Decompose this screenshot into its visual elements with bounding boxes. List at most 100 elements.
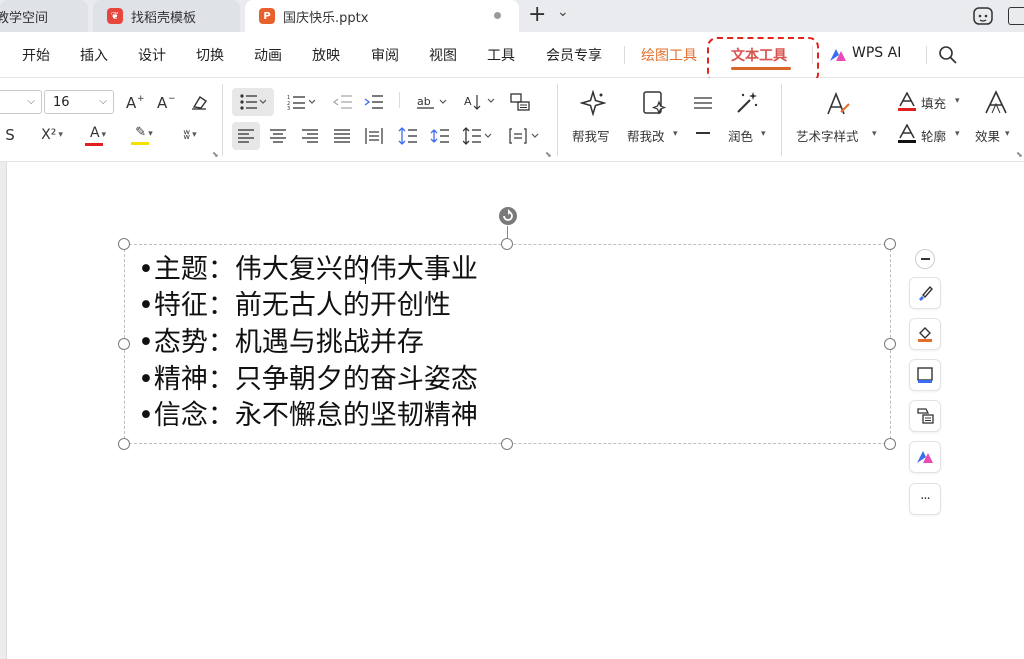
more-options-button[interactable]: ··· (909, 483, 941, 515)
menu-home[interactable]: 开始 (22, 45, 50, 65)
shape-fill-button[interactable] (909, 318, 941, 350)
resize-handle-s[interactable] (501, 438, 513, 450)
bullets-icon[interactable] (232, 88, 274, 116)
strikethrough-icon[interactable]: S (0, 124, 20, 146)
menu-review[interactable]: 审阅 (371, 45, 399, 65)
minus-icon (920, 258, 930, 260)
rotate-handle-icon[interactable] (498, 206, 518, 226)
chevron-down-icon: ⌵ (27, 96, 35, 107)
art-style-button[interactable]: 艺术字样式 (796, 126, 859, 145)
help-edit-button[interactable]: 帮我改 (627, 126, 665, 145)
chevron-down-icon: ▾ (955, 129, 960, 139)
text-cursor (365, 256, 366, 284)
fill-bucket-icon (918, 327, 932, 342)
font-size-field[interactable]: 16 ⌵ (44, 90, 114, 114)
decrease-indent-icon[interactable] (329, 88, 357, 116)
shape-edit-icon (917, 408, 934, 424)
svg-text:ab: ab (417, 95, 431, 108)
menu-wps-ai[interactable]: WPS AI (852, 45, 901, 61)
menu-view[interactable]: 视图 (429, 45, 457, 65)
edit-shape-button[interactable] (909, 400, 941, 432)
menu-insert[interactable]: 插入 (80, 45, 108, 65)
text-outline-icon[interactable] (897, 123, 917, 144)
menu-transition[interactable]: 切换 (196, 45, 224, 65)
clear-format-icon[interactable] (185, 88, 213, 116)
align-center-icon[interactable] (264, 122, 292, 150)
tab-pptx[interactable]: P 国庆快乐.pptx (245, 0, 519, 32)
align-left-icon[interactable] (232, 122, 260, 150)
format-painter-button[interactable] (909, 277, 941, 309)
font-color-icon[interactable]: A ▾ (80, 122, 116, 148)
grow-font-icon[interactable]: A + (121, 88, 149, 116)
help-write-button[interactable]: 帮我写 (572, 126, 610, 145)
shrink-font-icon[interactable]: A − (152, 88, 180, 116)
bullet-line-spirit[interactable]: •精神：只争朝夕的奋斗姿态 (138, 362, 478, 398)
new-tab-button[interactable]: + (528, 2, 546, 27)
text-direction-icon[interactable]: A (461, 88, 499, 116)
menu-slideshow[interactable]: 放映 (312, 45, 340, 65)
align-right-icon[interactable] (296, 122, 324, 150)
increase-indent-icon[interactable] (360, 88, 388, 116)
menu-design[interactable]: 设计 (138, 45, 166, 65)
tab-strip: 教学空间 ❦ 找稻壳模板 P 国庆快乐.pptx + ⌄ (0, 0, 1024, 32)
outline-button[interactable]: 轮廓 (921, 126, 946, 145)
char-spacing-icon[interactable]: ab (414, 88, 452, 116)
magic-wand-icon (734, 90, 760, 116)
bullet-line-situation[interactable]: •态势：机遇与挑战并存 (138, 325, 424, 361)
chevron-down-icon: ▾ (1005, 129, 1010, 139)
resize-handle-ne[interactable] (884, 238, 896, 250)
resize-handle-e[interactable] (884, 338, 896, 350)
bullet-line-feature[interactable]: •特征：前无古人的开创性 (138, 288, 451, 324)
tab-template[interactable]: ❦ 找稻壳模板 (93, 0, 240, 32)
chevron-down-icon: ⌵ (99, 96, 107, 107)
collapse-toolbar-button[interactable] (915, 249, 935, 269)
search-icon[interactable] (938, 45, 958, 65)
spacing-options-icon[interactable] (460, 122, 496, 150)
menu-drawing-tools[interactable]: 绘图工具 (641, 45, 697, 65)
resize-handle-nw[interactable] (118, 238, 130, 250)
tab-teaching-space[interactable]: 教学空间 (0, 0, 88, 32)
wps-ai-side-button[interactable] (909, 441, 941, 473)
paragraph-dialog-launcher-icon[interactable]: ⬊ (545, 150, 552, 159)
shape-outline-button[interactable] (909, 359, 941, 391)
menu-member[interactable]: 会员专享 (546, 45, 602, 65)
text-box-align-icon[interactable] (506, 122, 544, 150)
bullet-line-belief[interactable]: •信念：永不懈怠的坚韧精神 (138, 398, 478, 434)
more-icon: ··· (920, 491, 930, 507)
fill-button[interactable]: 填充 (921, 93, 946, 112)
ribbon-divider (399, 92, 400, 108)
tab-list-button[interactable]: ⌄ (557, 4, 569, 20)
convert-smartart-icon[interactable] (506, 88, 534, 116)
menu-tools[interactable]: 工具 (487, 45, 515, 65)
dash-line-icon[interactable] (696, 132, 710, 134)
effect-button[interactable]: 效果 (975, 126, 1000, 145)
resize-handle-w[interactable] (118, 338, 130, 350)
menu-animation[interactable]: 动画 (254, 45, 282, 65)
wps-ai-icon (917, 451, 933, 463)
distribute-icon[interactable] (360, 122, 388, 150)
align-lines-icon[interactable] (694, 96, 712, 110)
phonetic-guide-icon[interactable]: ʬ ▾ (171, 124, 209, 146)
highlight-color-icon[interactable]: ✎ ▾ (126, 122, 162, 148)
sidebar-toggle-icon[interactable] (1008, 7, 1024, 25)
text-fill-icon[interactable] (897, 91, 917, 112)
resize-handle-se[interactable] (884, 438, 896, 450)
sparkle-icon (579, 89, 607, 117)
chevron-down-icon: ▾ (872, 129, 877, 139)
resize-handle-n[interactable] (501, 238, 513, 250)
font-name-field[interactable]: ⌵ (0, 90, 42, 114)
font-dialog-launcher-icon[interactable]: ⬊ (212, 150, 219, 159)
avatar-icon[interactable] (972, 5, 994, 27)
unsaved-dot-icon[interactable] (494, 12, 501, 19)
art-dialog-launcher-icon[interactable]: ⬊ (1016, 150, 1023, 159)
superscript-icon[interactable]: X² ▾ (35, 124, 69, 146)
font-size-value: 16 (53, 94, 70, 110)
numbering-icon[interactable]: 123 (284, 88, 320, 116)
chevron-down-icon: ▾ (761, 129, 766, 139)
line-spacing-icon[interactable] (394, 122, 422, 150)
justify-icon[interactable] (328, 122, 356, 150)
bullet-line-theme[interactable]: •主题：伟大复兴的伟大事业 (138, 252, 478, 288)
polish-button[interactable]: 润色 (728, 126, 753, 145)
paragraph-spacing-icon[interactable] (426, 122, 454, 150)
resize-handle-sw[interactable] (118, 438, 130, 450)
